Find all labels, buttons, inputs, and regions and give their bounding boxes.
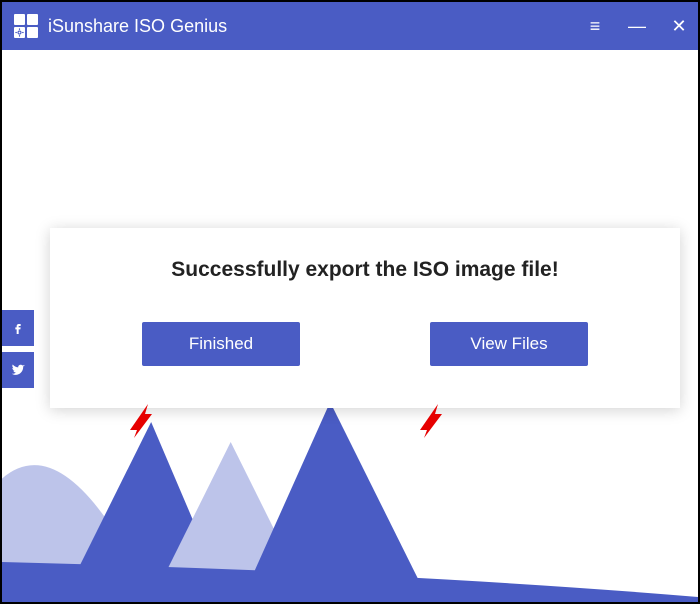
dialog-message: Successfully export the ISO image file! (171, 258, 558, 282)
titlebar: iSunshare ISO Genius ≡ — ✕ (2, 2, 698, 50)
success-dialog: Successfully export the ISO image file! … (50, 228, 680, 408)
facebook-icon (10, 320, 26, 336)
finished-button[interactable]: Finished (142, 322, 300, 366)
dialog-buttons: Finished View Files (142, 322, 588, 366)
close-button[interactable]: ✕ (670, 16, 688, 37)
social-bar (2, 310, 34, 388)
twitter-button[interactable] (2, 352, 34, 388)
minimize-button[interactable]: — (628, 16, 646, 37)
menu-button[interactable]: ≡ (586, 16, 604, 37)
app-title: iSunshare ISO Genius (48, 16, 227, 37)
facebook-button[interactable] (2, 310, 34, 346)
twitter-icon (10, 362, 26, 378)
view-files-button[interactable]: View Files (430, 322, 588, 366)
window-controls: ≡ — ✕ (586, 2, 688, 50)
content-area: Successfully export the ISO image file! … (2, 50, 698, 602)
app-logo-icon (12, 12, 40, 40)
arrow-annotation-finished (120, 400, 160, 440)
arrow-annotation-viewfiles (410, 400, 450, 440)
